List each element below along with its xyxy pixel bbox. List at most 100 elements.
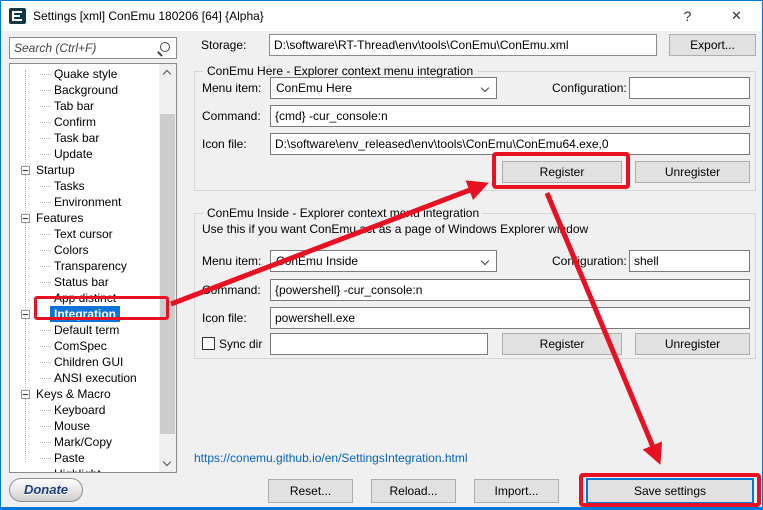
scroll-up-icon[interactable] — [159, 64, 176, 81]
tree-item-highlight[interactable]: Highlight — [10, 466, 159, 473]
tree-item-app-distinct[interactable]: App distinct — [10, 290, 159, 306]
tree-item-label[interactable]: Default term — [54, 322, 119, 338]
tree-item-label[interactable]: Transparency — [54, 258, 127, 274]
tree-item-tab-bar[interactable]: Tab bar — [10, 98, 159, 114]
tree-item-label[interactable]: Keyboard — [54, 402, 105, 418]
configuration-label: Configuration: — [552, 250, 624, 272]
tree-item-label[interactable]: Paste — [54, 450, 85, 466]
tree-item-text-cursor[interactable]: Text cursor — [10, 226, 159, 242]
menu-item-value: ConEmu Here — [276, 81, 352, 95]
help-button[interactable]: ? — [665, 1, 710, 31]
tree-item-update[interactable]: Update — [10, 146, 159, 162]
configuration-field[interactable] — [629, 250, 750, 272]
icon-file-field[interactable] — [270, 133, 750, 155]
command-label: Command: — [202, 279, 261, 301]
sync-dir-field[interactable] — [270, 333, 488, 355]
register-button[interactable]: Register — [502, 333, 622, 355]
tree-item-label[interactable]: Tasks — [54, 178, 85, 194]
import-button[interactable]: Import... — [474, 479, 559, 503]
tree-item-status-bar[interactable]: Status bar — [10, 274, 159, 290]
tree-item-environment[interactable]: Environment — [10, 194, 159, 210]
window-title: Settings [xml] ConEmu 180206 [64] {Alpha… — [33, 9, 264, 23]
save-settings-button[interactable]: Save settings — [586, 478, 754, 504]
tree-item-label[interactable]: ComSpec — [54, 338, 107, 354]
tree-collapse-icon[interactable] — [21, 214, 30, 223]
title-bar: Settings [xml] ConEmu 180206 [64] {Alpha… — [1, 1, 762, 31]
command-field[interactable] — [270, 105, 750, 127]
tree-item-task-bar[interactable]: Task bar — [10, 130, 159, 146]
tree-collapse-icon[interactable] — [21, 166, 30, 175]
tree-item-label[interactable]: Confirm — [54, 114, 96, 130]
icon-file-label: Icon file: — [202, 133, 247, 155]
tree-item-background[interactable]: Background — [10, 82, 159, 98]
menu-item-label: Menu item: — [202, 250, 261, 272]
tree-item-label[interactable]: ANSI execution — [54, 370, 137, 386]
tree-item-startup[interactable]: Startup — [10, 162, 159, 178]
tree-item-label[interactable]: Text cursor — [54, 226, 113, 242]
search-input[interactable] — [14, 39, 152, 57]
tree-item-keys-macro[interactable]: Keys & Macro — [10, 386, 159, 402]
sync-dir-checkbox[interactable] — [202, 337, 215, 350]
settings-tree[interactable]: Quake styleBackgroundTab barConfirmTask … — [9, 63, 177, 473]
reset-button[interactable]: Reset... — [268, 479, 353, 503]
tree-item-label[interactable]: Mark/Copy — [54, 434, 112, 450]
configuration-label: Configuration: — [552, 77, 624, 99]
tree-item-paste[interactable]: Paste — [10, 450, 159, 466]
tree-item-features[interactable]: Features — [10, 210, 159, 226]
tree-item-label[interactable]: Tab bar — [54, 98, 94, 114]
icon-file-field[interactable] — [270, 307, 750, 329]
tree-item-label[interactable]: Features — [36, 210, 83, 226]
reload-button[interactable]: Reload... — [371, 479, 456, 503]
tree-item-ansi-execution[interactable]: ANSI execution — [10, 370, 159, 386]
tree-item-label[interactable]: Highlight — [54, 466, 101, 473]
tree-item-label[interactable]: Environment — [54, 194, 121, 210]
tree-item-label[interactable]: Colors — [54, 242, 89, 258]
conemu-here-group-title: ConEmu Here - Explorer context menu inte… — [203, 64, 477, 78]
export-button[interactable]: Export... — [669, 34, 756, 56]
chevron-down-icon — [481, 84, 489, 92]
command-label: Command: — [202, 105, 261, 127]
tree-item-label[interactable]: Keys & Macro — [36, 386, 111, 402]
tree-item-label[interactable]: Integration — [50, 306, 120, 322]
tree-item-quake-style[interactable]: Quake style — [10, 66, 159, 82]
tree-item-mark-copy[interactable]: Mark/Copy — [10, 434, 159, 450]
settings-integration-link[interactable]: https://conemu.github.io/en/SettingsInte… — [194, 451, 468, 465]
command-field[interactable] — [270, 279, 750, 301]
tree-item-transparency[interactable]: Transparency — [10, 258, 159, 274]
tree-item-comspec[interactable]: ComSpec — [10, 338, 159, 354]
tree-item-default-term[interactable]: Default term — [10, 322, 159, 338]
scrollbar-thumb[interactable] — [160, 114, 175, 434]
conemu-inside-group: ConEmu Inside - Explorer context menu in… — [194, 213, 756, 359]
tree-item-colors[interactable]: Colors — [10, 242, 159, 258]
tree-item-label[interactable]: Task bar — [54, 130, 99, 146]
tree-collapse-icon[interactable] — [21, 310, 30, 319]
tree-item-label[interactable]: Update — [54, 146, 93, 162]
conemu-here-group: ConEmu Here - Explorer context menu inte… — [194, 71, 756, 191]
tree-item-label[interactable]: Startup — [36, 162, 75, 178]
tree-item-children-gui[interactable]: Children GUI — [10, 354, 159, 370]
tree-item-label[interactable]: Background — [54, 82, 118, 98]
tree-item-integration[interactable]: Integration — [10, 306, 159, 322]
tree-item-label[interactable]: Children GUI — [54, 354, 123, 370]
storage-path-field[interactable] — [269, 34, 657, 56]
sync-dir-label: Sync dir — [219, 333, 262, 355]
scroll-down-icon[interactable] — [159, 455, 176, 472]
tree-collapse-icon[interactable] — [21, 390, 30, 399]
configuration-field[interactable] — [629, 77, 750, 99]
tree-item-label[interactable]: Mouse — [54, 418, 90, 434]
donate-button[interactable]: Donate — [9, 478, 83, 502]
tree-item-tasks[interactable]: Tasks — [10, 178, 159, 194]
tree-item-label[interactable]: Quake style — [54, 66, 117, 82]
tree-item-confirm[interactable]: Confirm — [10, 114, 159, 130]
menu-item-combobox[interactable]: ConEmu Inside — [270, 250, 497, 272]
tree-scrollbar[interactable] — [159, 64, 176, 472]
menu-item-combobox[interactable]: ConEmu Here — [270, 77, 497, 99]
close-button[interactable]: ✕ — [714, 1, 759, 31]
tree-item-label[interactable]: App distinct — [54, 290, 116, 306]
unregister-button[interactable]: Unregister — [635, 333, 750, 355]
unregister-button[interactable]: Unregister — [635, 161, 750, 183]
tree-item-mouse[interactable]: Mouse — [10, 418, 159, 434]
tree-item-keyboard[interactable]: Keyboard — [10, 402, 159, 418]
register-button[interactable]: Register — [502, 161, 622, 183]
tree-item-label[interactable]: Status bar — [54, 274, 109, 290]
